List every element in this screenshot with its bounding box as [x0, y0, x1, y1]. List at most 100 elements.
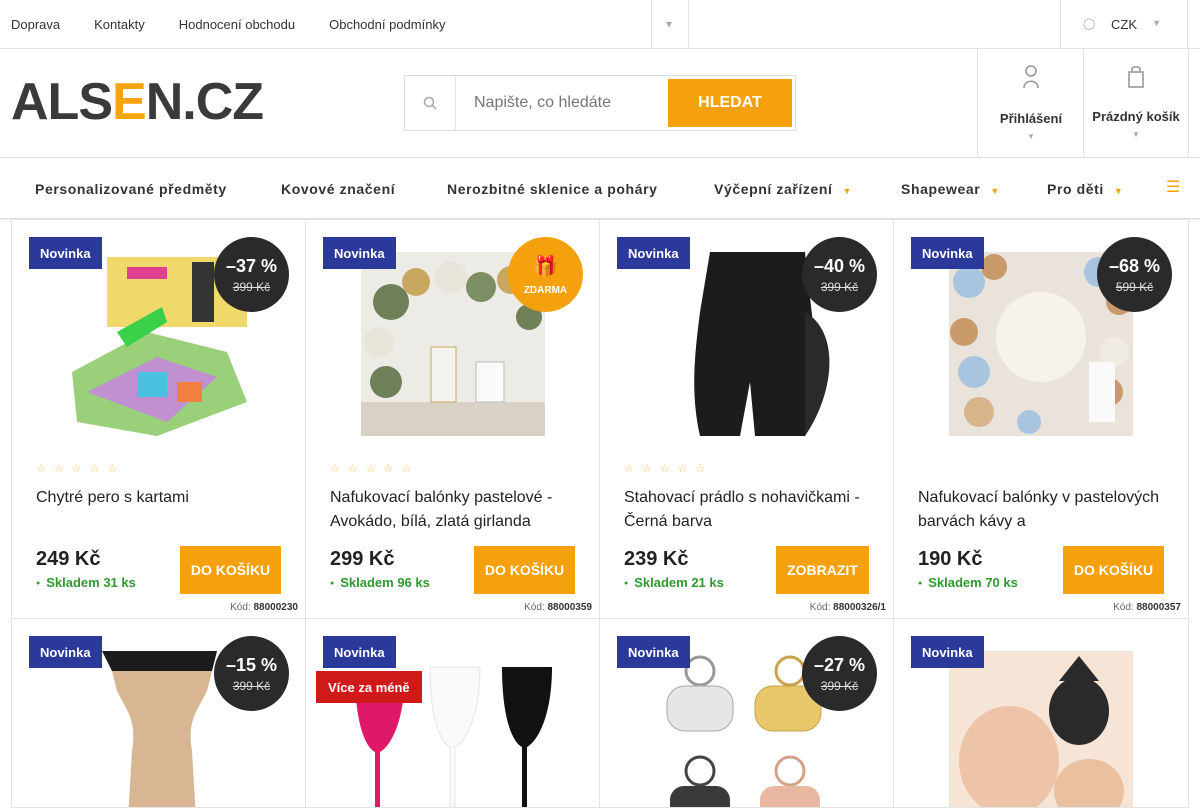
chevron-down-icon: ▼ — [1113, 186, 1124, 196]
new-badge: Novinka — [911, 237, 984, 269]
old-price: 399 Kč — [820, 279, 859, 294]
top-link-hodnoceni[interactable]: Hodnocení obchodu — [179, 17, 295, 32]
old-price: 399 Kč — [232, 279, 271, 294]
add-to-cart-button[interactable]: DO KOŠÍKU — [474, 546, 575, 594]
stock-dot-icon: ● — [918, 580, 923, 588]
star-icon: ☆ — [365, 463, 376, 475]
top-link-kontakty[interactable]: Kontakty — [94, 17, 145, 32]
search-input[interactable] — [456, 94, 668, 112]
new-badge: Novinka — [323, 237, 396, 269]
product-code: Kód: 88000326/1 — [810, 602, 886, 613]
chevron-down-icon: ▼ — [1132, 130, 1140, 139]
stock-text: Skladem 96 ks — [340, 575, 430, 590]
nav-item-personalizovane[interactable]: Personalizované předměty — [35, 181, 227, 197]
old-price: 399 Kč — [232, 678, 271, 693]
logo-text: ALS — [11, 73, 113, 131]
star-icon: ☆ — [53, 463, 64, 475]
code-label: Kód: — [809, 602, 831, 613]
nav-item-kovove[interactable]: Kovové značení — [281, 181, 395, 197]
login-label: Přihlášení — [999, 111, 1063, 126]
product-name[interactable]: Chytré pero s kartami — [36, 486, 286, 534]
site-logo[interactable]: ALS E N.CZ — [11, 73, 264, 131]
discount-badge: –37 % 399 Kč — [214, 237, 289, 312]
product-name[interactable]: Nafukovací balónky pastelové - Avokádo, … — [330, 486, 580, 534]
nav-item-shapewear[interactable]: Shapewear ▼ — [901, 181, 1000, 197]
nav-item-label: Kovové značení — [281, 181, 396, 197]
code-value: 88000357 — [1136, 602, 1182, 613]
discount-badge: –27 % 399 Kč — [802, 636, 877, 711]
code-label: Kód: — [230, 602, 251, 613]
logo-text-end: N.CZ — [145, 73, 264, 131]
star-icon: ☆ — [624, 463, 634, 475]
stock-status: ● Skladem 70 ks — [918, 575, 1018, 590]
old-price: 399 Kč — [820, 678, 859, 693]
rating-stars: ☆ ☆ ☆ ☆ ☆ — [624, 462, 705, 475]
search-button[interactable]: HLEDAT — [668, 79, 792, 127]
product-name[interactable]: Nafukovací balónky v pastelových barvách… — [918, 486, 1168, 534]
product-name[interactable]: Stahovací prádlo s nohavičkami - Černá b… — [624, 486, 874, 534]
product-code: Kód: 88000230 — [230, 602, 298, 613]
product-card[interactable]: Novinka Více za méně — [305, 618, 600, 808]
product-price: 190 Kč — [918, 548, 983, 570]
stock-text: Skladem 21 ks — [634, 575, 724, 590]
currency-selector[interactable]: ◯ CZK ▼ — [1060, 0, 1188, 49]
discount-percent: –27 % — [813, 654, 866, 675]
product-code: Kód: 88000359 — [524, 602, 592, 613]
nav-item-sklenice[interactable]: Nerozbitné sklenice a poháry — [447, 181, 658, 197]
product-card[interactable]: Novinka 🎁 ZDARMA ☆ ☆ ☆ ☆ ☆ Nafukovací balónk… — [305, 219, 600, 619]
add-to-cart-button[interactable]: DO KOŠÍKU — [1063, 546, 1164, 594]
nav-item-label: Personalizované předměty — [35, 181, 227, 197]
discount-badge: –40 % 399 Kč — [802, 237, 877, 312]
nav-item-label: Pro děti — [1047, 181, 1104, 197]
top-link-doprava[interactable]: Doprava — [11, 17, 60, 32]
star-icon: ☆ — [659, 463, 670, 475]
search-box: HLEDAT — [404, 75, 796, 131]
product-price: 239 Kč — [624, 548, 689, 570]
divider — [651, 0, 652, 49]
product-code: Kód: 88000357 — [1113, 602, 1181, 613]
rating-stars: ☆ ☆ ☆ ☆ ☆ — [36, 462, 117, 475]
add-to-cart-button[interactable]: DO KOŠÍKU — [180, 546, 281, 594]
discount-percent: –15 % — [225, 654, 278, 675]
stock-status: ● Skladem 96 ks — [330, 575, 430, 590]
star-icon: ☆ — [330, 463, 340, 475]
product-image[interactable] — [949, 651, 1133, 807]
cart-button[interactable]: Prázdný košík ▼ — [1083, 49, 1189, 157]
stock-dot-icon: ● — [624, 580, 629, 588]
product-card[interactable]: Novinka –68 % 599 Kč Nafukovací balónky … — [893, 219, 1189, 619]
login-button[interactable]: Přihlášení ▼ — [977, 49, 1084, 157]
top-bar: Doprava Kontakty Hodnocení obchodu Obcho… — [0, 0, 1200, 49]
stock-status: ● Skladem 31 ks — [36, 575, 136, 590]
nav-item-label: Výčepní zařízení — [714, 181, 833, 197]
star-icon: ☆ — [695, 463, 706, 475]
stock-dot-icon: ● — [36, 580, 41, 588]
logo-bag-letter: E — [112, 73, 147, 131]
new-badge: Novinka — [323, 636, 396, 668]
chevron-down-icon: ▼ — [842, 186, 853, 196]
search-icon — [405, 76, 456, 130]
product-card[interactable]: Novinka –40 % 399 Kč ☆ ☆ ☆ ☆ ☆ Stahovací prá… — [599, 219, 894, 619]
nav-item-pro-deti[interactable]: Pro děti ▼ — [1047, 181, 1123, 197]
main-navigation: Personalizované předměty Kovové značení … — [0, 158, 1200, 219]
top-link-podminky[interactable]: Obchodní podmínky — [329, 17, 445, 32]
more-menu-icon[interactable]: ☰ — [1166, 177, 1180, 197]
sale-badge: Více za méně — [316, 671, 422, 703]
more-links-icon[interactable]: ▾ — [666, 17, 672, 31]
code-value: 88000230 — [253, 602, 299, 613]
product-card[interactable]: Novinka — [893, 618, 1189, 808]
cart-label: Prázdný košík — [1092, 109, 1180, 124]
nav-item-vycepni[interactable]: Výčepní zařízení ▼ — [714, 181, 852, 197]
view-product-button[interactable]: ZOBRAZIT — [776, 546, 869, 594]
product-price: 299 Kč — [330, 548, 395, 570]
stock-status: ● Skladem 21 ks — [624, 575, 724, 590]
cart-icon — [1127, 65, 1145, 95]
star-icon: ☆ — [71, 463, 82, 475]
top-links: Doprava Kontakty Hodnocení obchodu Obcho… — [0, 0, 468, 48]
product-card[interactable]: Novinka –15 % 399 Kč — [11, 618, 306, 808]
discount-percent: –68 % — [1108, 255, 1161, 276]
code-label: Kód: — [1113, 602, 1134, 613]
product-card[interactable]: Novinka –37 % 399 Kč ☆ ☆ ☆ ☆ ☆ Chytré pero s… — [11, 219, 306, 619]
star-icon: ☆ — [89, 463, 100, 475]
stock-text: Skladem 31 ks — [46, 575, 136, 590]
product-card[interactable]: Novinka –27 % 399 Kč — [599, 618, 894, 808]
